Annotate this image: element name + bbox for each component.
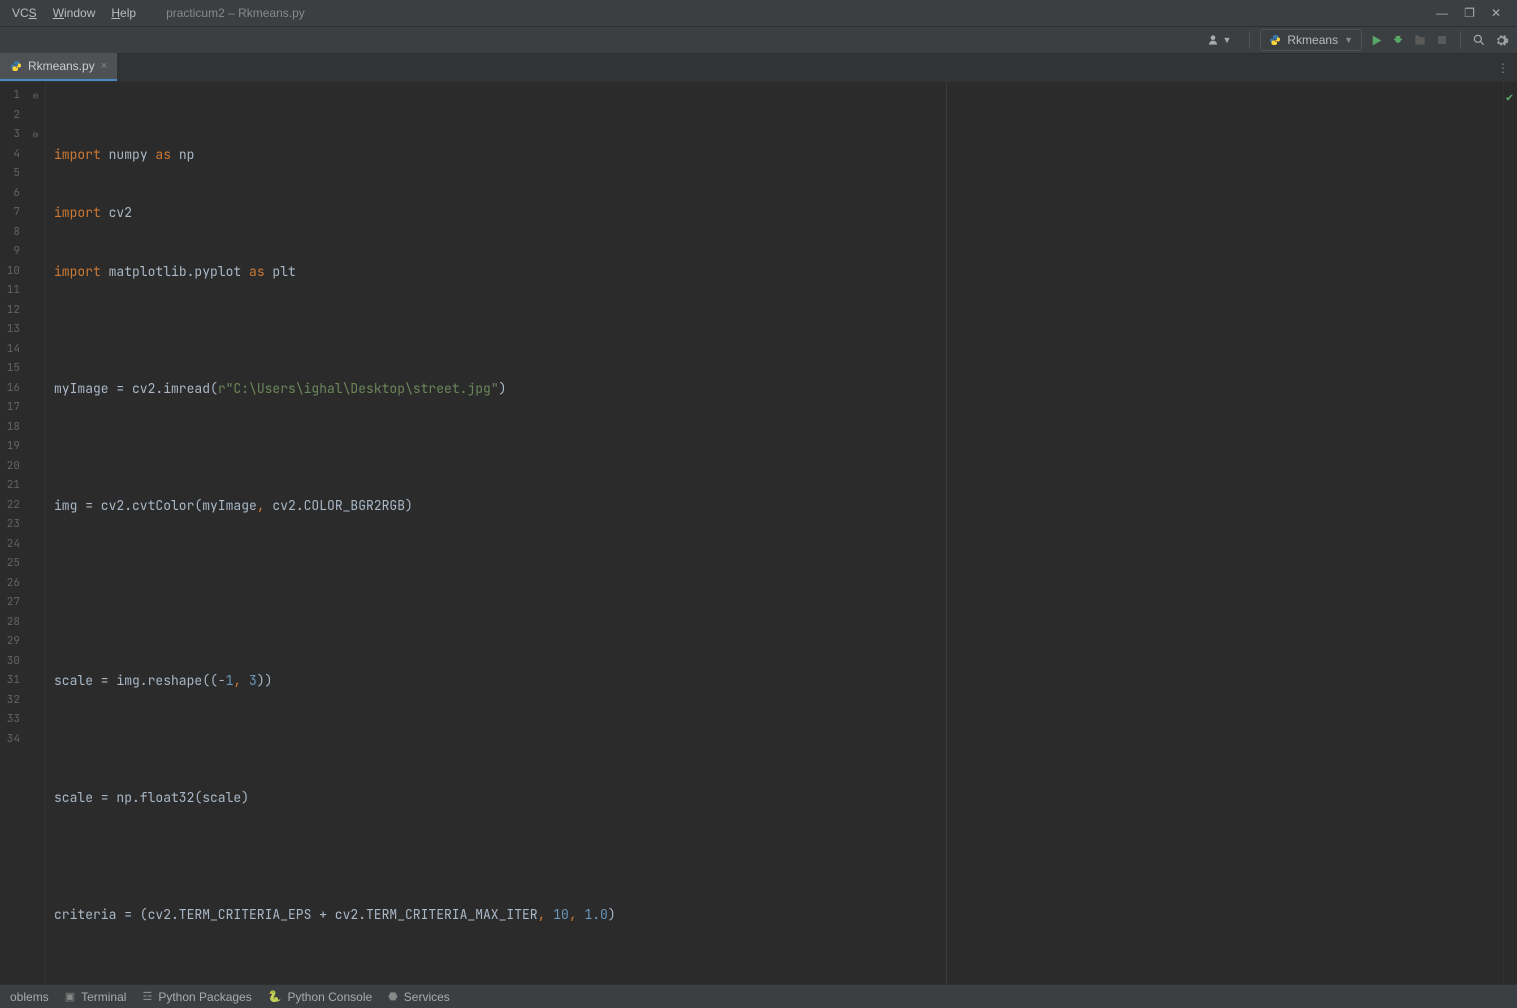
window-controls: — ❐ ✕	[1436, 6, 1511, 20]
menubar: VCS Window Help practicum2 – Rkmeans.py …	[0, 0, 1517, 26]
bottom-toolbar: oblems ▣Terminal ☲Python Packages 🐍Pytho…	[0, 984, 1517, 1008]
tab-label: Rkmeans.py	[28, 59, 95, 73]
code-with-me-button[interactable]: ▼	[1206, 33, 1231, 47]
error-marker-bar[interactable]: ✔	[1503, 82, 1517, 984]
packages-icon: ☲	[142, 990, 152, 1003]
search-everywhere-button[interactable]	[1471, 32, 1487, 48]
run-config-name: Rkmeans	[1287, 33, 1338, 47]
code-area[interactable]: import numpy as np import cv2 import mat…	[46, 82, 1503, 984]
stop-button[interactable]	[1434, 32, 1450, 48]
analysis-ok-icon: ✔	[1506, 88, 1513, 108]
terminal-icon: ▣	[65, 990, 75, 1003]
tab-rkmeans[interactable]: Rkmeans.py ×	[0, 53, 117, 81]
close-button[interactable]: ✕	[1491, 6, 1501, 20]
window-title: practicum2 – Rkmeans.py	[166, 6, 305, 20]
print-margin	[946, 82, 947, 984]
settings-button[interactable]	[1493, 32, 1509, 48]
menu-window[interactable]: Window	[47, 4, 102, 22]
run-with-coverage-button[interactable]	[1412, 32, 1428, 48]
toolbar: ▼ Rkmeans ▼	[0, 26, 1517, 54]
debug-button[interactable]	[1390, 32, 1406, 48]
services-tool[interactable]: ⬣Services	[388, 990, 450, 1004]
menu-vcs[interactable]: VCS	[6, 4, 43, 22]
fold-gutter: ⊖⊖	[26, 82, 46, 984]
maximize-button[interactable]: ❐	[1464, 6, 1475, 20]
editor-workspace: 1234567891011121314151617181920212223242…	[0, 82, 1517, 984]
terminal-tool[interactable]: ▣Terminal	[65, 990, 127, 1004]
line-number-gutter: 1234567891011121314151617181920212223242…	[0, 82, 26, 984]
code-editor[interactable]: 1234567891011121314151617181920212223242…	[0, 82, 1517, 984]
tab-close-button[interactable]: ×	[101, 60, 107, 72]
python-file-icon	[10, 60, 22, 72]
minimize-button[interactable]: —	[1436, 6, 1448, 20]
python-icon: 🐍	[268, 990, 282, 1003]
editor-tabs: Rkmeans.py × ⋮	[0, 54, 1517, 82]
problems-tool[interactable]: oblems	[10, 990, 49, 1004]
run-button[interactable]	[1368, 32, 1384, 48]
python-icon	[1269, 34, 1281, 46]
services-icon: ⬣	[388, 990, 398, 1003]
tab-options-button[interactable]: ⋮	[1497, 61, 1509, 75]
python-console-tool[interactable]: 🐍Python Console	[268, 990, 372, 1004]
run-configuration-selector[interactable]: Rkmeans ▼	[1260, 29, 1362, 51]
python-packages-tool[interactable]: ☲Python Packages	[142, 990, 251, 1004]
menu-help[interactable]: Help	[105, 4, 142, 22]
